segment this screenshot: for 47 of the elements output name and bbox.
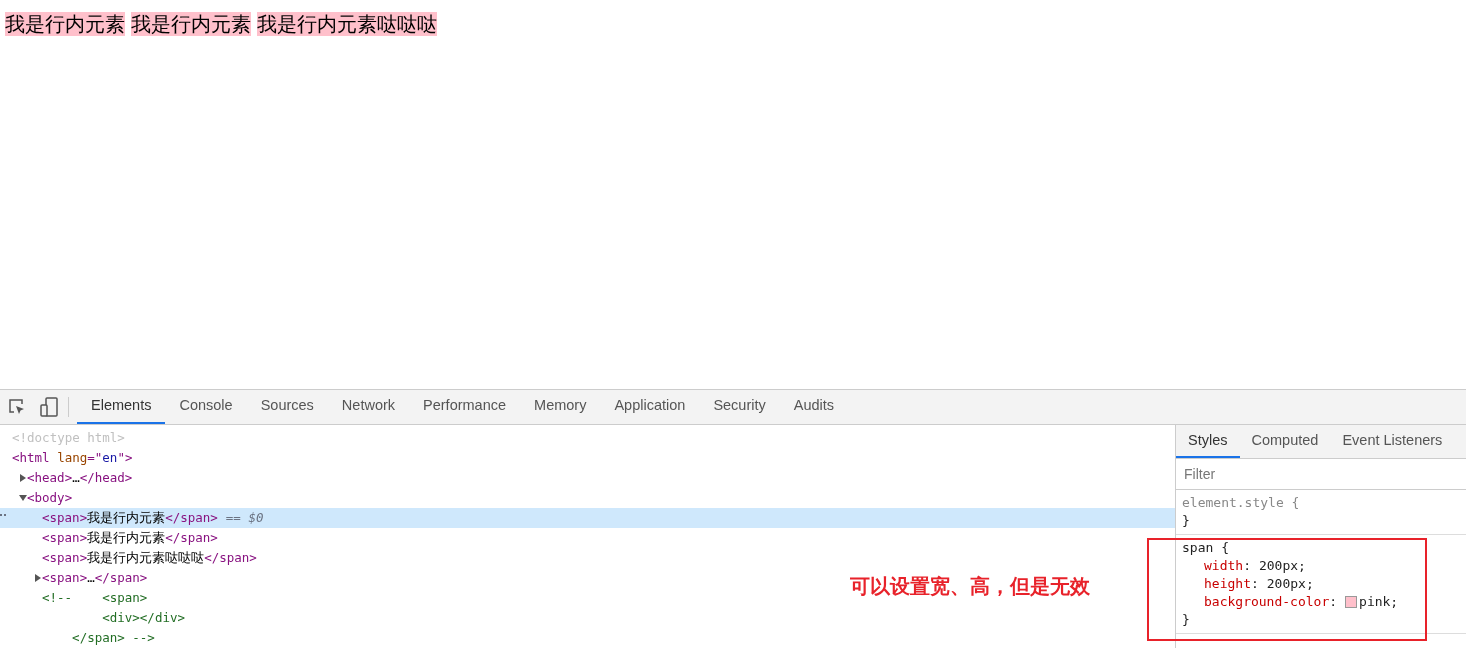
console-reference: == $0 [225, 509, 264, 527]
styles-tab[interactable]: Styles [1176, 425, 1240, 458]
devtools-tab[interactable]: Elements [77, 390, 166, 424]
rule-selector: span { [1182, 539, 1230, 557]
inline-span: 我是行内元素哒哒哒 [257, 12, 437, 36]
dom-node-text: <!doctype html> [12, 429, 125, 447]
dom-node-text: <!-- <span> <div></div> </span> --> [42, 589, 185, 647]
collapsed-triangle-icon[interactable] [19, 474, 27, 482]
inline-span: 我是行内元素 [5, 12, 125, 36]
device-toolbar-icon[interactable] [40, 397, 58, 417]
annotation-text: 可以设置宽、高，但是无效 [850, 574, 1090, 599]
dom-node-row[interactable]: <span>…</span> [0, 568, 152, 588]
dom-node-text: <body> [27, 489, 73, 507]
devtools-tab[interactable]: Application [600, 390, 700, 424]
dom-node-text: <span>我是行内元素</span> [42, 529, 218, 547]
dom-node-row[interactable]: <head>…</head> [0, 468, 137, 488]
dom-node-row[interactable]: <span>我是行内元素</span> == $0 [0, 508, 1175, 528]
inspect-icon[interactable] [8, 398, 26, 416]
color-swatch[interactable] [1345, 596, 1358, 608]
dom-node-row[interactable]: <!-- <span> <div></div> </span> --> [0, 588, 189, 648]
devtools-tab[interactable]: Audits [779, 390, 849, 424]
dom-node-text: <span>我是行内元素</span> [42, 509, 218, 527]
devtools-tab[interactable]: Console [165, 390, 247, 424]
devtools-tab[interactable]: Network [327, 390, 410, 424]
devtools-tab[interactable]: Sources [246, 390, 328, 424]
rule-close: } [1182, 611, 1191, 629]
dom-node-text: <span>我是行内元素哒哒哒</span> [42, 549, 257, 567]
dom-node-text: <span>…</span> [42, 569, 148, 587]
styles-tab[interactable]: Computed [1239, 425, 1331, 458]
dom-node-row[interactable]: <span>我是行内元素哒哒哒</span> [0, 548, 261, 568]
inline-span: 我是行内元素 [131, 12, 251, 36]
dom-node-row[interactable]: <body> [0, 488, 77, 508]
devtools-tab[interactable]: Performance [409, 390, 521, 424]
expanded-triangle-icon[interactable] [19, 494, 27, 502]
devtools-tab[interactable]: Security [699, 390, 780, 424]
dom-node-row[interactable]: <span>我是行内元素</span> [0, 528, 222, 548]
css-declaration: background-color: pink; [1203, 593, 1400, 611]
css-declaration: width: 200px; [1203, 557, 1307, 575]
rule-selector: element.style { [1182, 494, 1301, 512]
devtools-tab[interactable]: Memory [520, 390, 601, 424]
dom-node-row[interactable]: <html lang="en"> [0, 448, 137, 468]
rule-close: } [1182, 512, 1191, 530]
css-declaration: height: 200px; [1203, 575, 1315, 593]
dom-node-text: <head>…</head> [27, 469, 133, 487]
styles-tab[interactable]: Event Listeners [1330, 425, 1455, 458]
collapsed-triangle-icon[interactable] [34, 574, 42, 582]
dom-node-text: <html lang="en"> [12, 449, 133, 467]
